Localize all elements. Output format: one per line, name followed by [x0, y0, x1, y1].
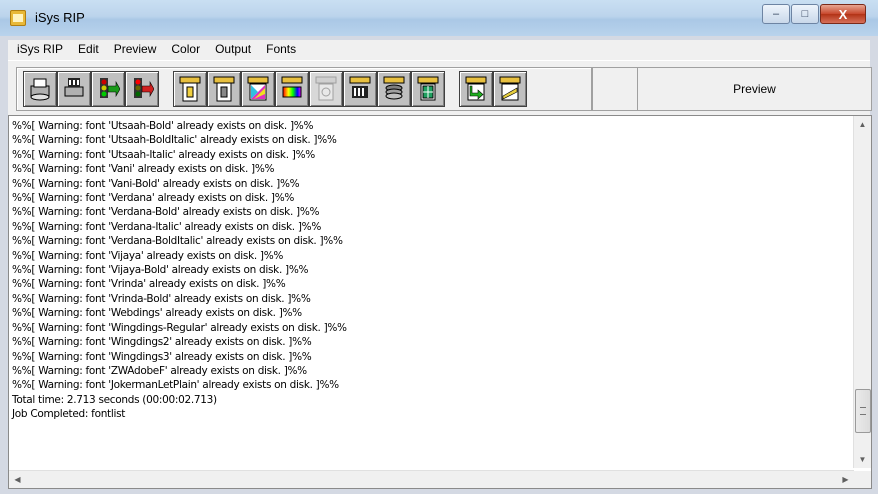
vertical-scroll-thumb[interactable]	[855, 389, 871, 433]
log-line: %%[ Warning: font 'Utsaah-Italic' alread…	[12, 148, 315, 161]
log-line: %%[ Warning: font 'JokermanLetPlain' alr…	[12, 379, 339, 392]
vertical-scrollbar[interactable]: ▲ ▼	[853, 116, 871, 468]
ruler-button[interactable]	[493, 71, 527, 107]
log-output-pane[interactable]: %%[ Warning: font 'Utsaah-Bold' already …	[8, 115, 872, 489]
stop-button[interactable]	[125, 71, 159, 107]
menu-preview[interactable]: Preview	[105, 40, 163, 56]
log-line: %%[ Warning: font 'Wingdings-Regular' al…	[12, 321, 347, 334]
menu-fonts[interactable]: Fonts	[257, 40, 302, 56]
film-strip-icon	[349, 76, 371, 98]
app-icon[interactable]	[10, 10, 26, 26]
log-line: %%[ Warning: font 'Verdana-Bold' already…	[12, 206, 320, 219]
log-line: Job Completed: fontlist	[12, 408, 126, 421]
log-line: %%[ Warning: font 'Webdings' already exi…	[12, 307, 302, 320]
document-properties-icon	[179, 76, 201, 102]
printer-icon	[30, 78, 50, 101]
start-button[interactable]	[91, 71, 125, 107]
log-line: %%[ Warning: font 'Wingdings2' already e…	[12, 336, 312, 349]
log-line: %%[ Warning: font 'Vani' already exists …	[12, 163, 275, 176]
document-settings-button[interactable]	[173, 71, 207, 107]
disk-stack-icon	[383, 76, 405, 100]
disk-button[interactable]	[377, 71, 411, 107]
log-line: %%[ Warning: font 'Vijaya-Bold' already …	[12, 264, 309, 277]
color-settings-button[interactable]	[241, 71, 275, 107]
ruler-icon	[499, 76, 521, 101]
film-print-button[interactable]	[57, 71, 91, 107]
window-title: iSys RIP	[35, 10, 85, 25]
print-button[interactable]	[23, 71, 57, 107]
log-line: %%[ Warning: font 'Vrinda' already exist…	[12, 278, 286, 291]
log-text: %%[ Warning: font 'Utsaah-Bold' already …	[12, 119, 347, 422]
minimize-button[interactable]: –	[762, 4, 790, 24]
menu-edit[interactable]: Edit	[69, 40, 105, 56]
traffic-light-green-icon	[100, 78, 120, 98]
scroll-up-arrow-icon[interactable]: ▲	[854, 116, 871, 133]
app-window: iSys RIP – □ X iSys RIP Edit Preview Color O…	[0, 0, 878, 494]
color-palette-icon	[247, 76, 269, 101]
scroll-corner	[854, 471, 871, 488]
close-button[interactable]: X	[820, 4, 866, 24]
traffic-light-red-icon	[134, 78, 154, 98]
menu-output[interactable]: Output	[206, 40, 257, 56]
scroll-down-arrow-icon[interactable]: ▼	[854, 451, 871, 468]
toolbar: Preview	[8, 60, 872, 115]
grid-layout-icon	[417, 76, 439, 101]
log-line: Total time: 2.713 seconds (00:00:02.713)	[12, 393, 217, 406]
log-line: %%[ Warning: font 'Verdana' already exis…	[12, 192, 295, 205]
forward-button[interactable]	[459, 71, 493, 107]
disabled-button[interactable]	[309, 71, 343, 107]
log-line: %%[ Warning: font 'Verdana-BoldItalic' a…	[12, 235, 343, 248]
log-line: %%[ Warning: font 'Vijaya' already exist…	[12, 249, 284, 262]
page-setup-icon	[213, 76, 235, 102]
toolbar-separator-panel	[592, 67, 638, 111]
color-bars-button[interactable]	[275, 71, 309, 107]
log-line: %%[ Warning: font 'Wingdings3' already e…	[12, 350, 312, 363]
film-printer-icon	[64, 78, 84, 97]
log-line: %%[ Warning: font 'Verdana-Italic' alrea…	[12, 220, 321, 233]
preview-panel[interactable]: Preview	[637, 67, 872, 111]
layout-button[interactable]	[411, 71, 445, 107]
log-line: %%[ Warning: font 'Vani-Bold' already ex…	[12, 177, 300, 190]
film-button[interactable]	[343, 71, 377, 107]
menu-isys-rip[interactable]: iSys RIP	[8, 40, 69, 56]
log-line: %%[ Warning: font 'Vrinda-Bold' already …	[12, 292, 311, 305]
horizontal-scrollbar[interactable]: ◀ ▶	[9, 470, 854, 488]
log-line: %%[ Warning: font 'ZWAdobeF' already exi…	[12, 364, 307, 377]
disabled-tool-icon	[315, 76, 337, 101]
page-setup-button[interactable]	[207, 71, 241, 107]
log-line: %%[ Warning: font 'Utsaah-Bold' already …	[12, 120, 314, 132]
maximize-button[interactable]: □	[791, 4, 819, 24]
scroll-right-arrow-icon[interactable]: ▶	[837, 471, 854, 488]
color-bars-icon	[281, 76, 303, 98]
green-arrow-icon	[465, 76, 487, 101]
caption-buttons: – □ X	[761, 4, 866, 24]
log-line: %%[ Warning: font 'Utsaah-BoldItalic' al…	[12, 134, 337, 147]
title-bar[interactable]: iSys RIP – □ X	[0, 0, 878, 36]
scroll-left-arrow-icon[interactable]: ◀	[9, 471, 26, 488]
menu-color[interactable]: Color	[162, 40, 206, 56]
menu-bar: iSys RIP Edit Preview Color Output Fonts	[8, 40, 870, 60]
